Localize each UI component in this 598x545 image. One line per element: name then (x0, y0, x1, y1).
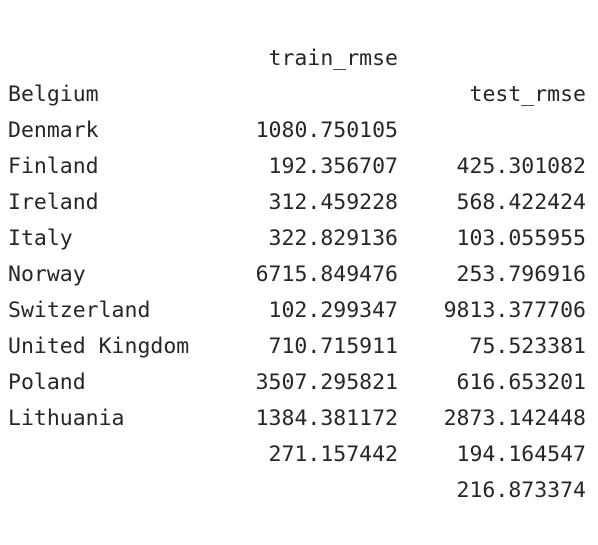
table-row: Norway 102.299347 75.523381 (0, 221, 598, 359)
table-row: Poland 1384.381172 194.164547 (0, 329, 598, 467)
header-row: train_rmse test_rmse (0, 5, 598, 107)
table-row: Italy 6715.849476 9813.377706 (0, 185, 598, 323)
dataframe-output: train_rmse test_rmse Belgium 1080.750105… (0, 0, 598, 503)
table-row: United Kingdom 3507.295821 2873.142448 (0, 293, 598, 431)
test-rmse-value: 2873.142448 (443, 406, 586, 431)
test-rmse-value: 216.873374 (456, 478, 586, 503)
test-rmse-value: 194.164547 (456, 442, 586, 467)
table-row: Lithuania 271.157442 216.873374 (0, 365, 598, 503)
table-row: Finland 312.459228 103.055955 (0, 113, 598, 251)
row-label: Lithuania (8, 406, 125, 431)
table-row: Denmark 192.356707 568.422424 (0, 77, 598, 215)
table-row: Ireland 322.829136 253.796916 (0, 149, 598, 287)
train-rmse-value: 1384.381172 (255, 406, 398, 431)
table-row: Switzerland 710.715911 616.653201 (0, 257, 598, 395)
table-row: Belgium 1080.750105 425.301082 (0, 41, 598, 179)
train-rmse-value: 271.157442 (268, 442, 398, 467)
